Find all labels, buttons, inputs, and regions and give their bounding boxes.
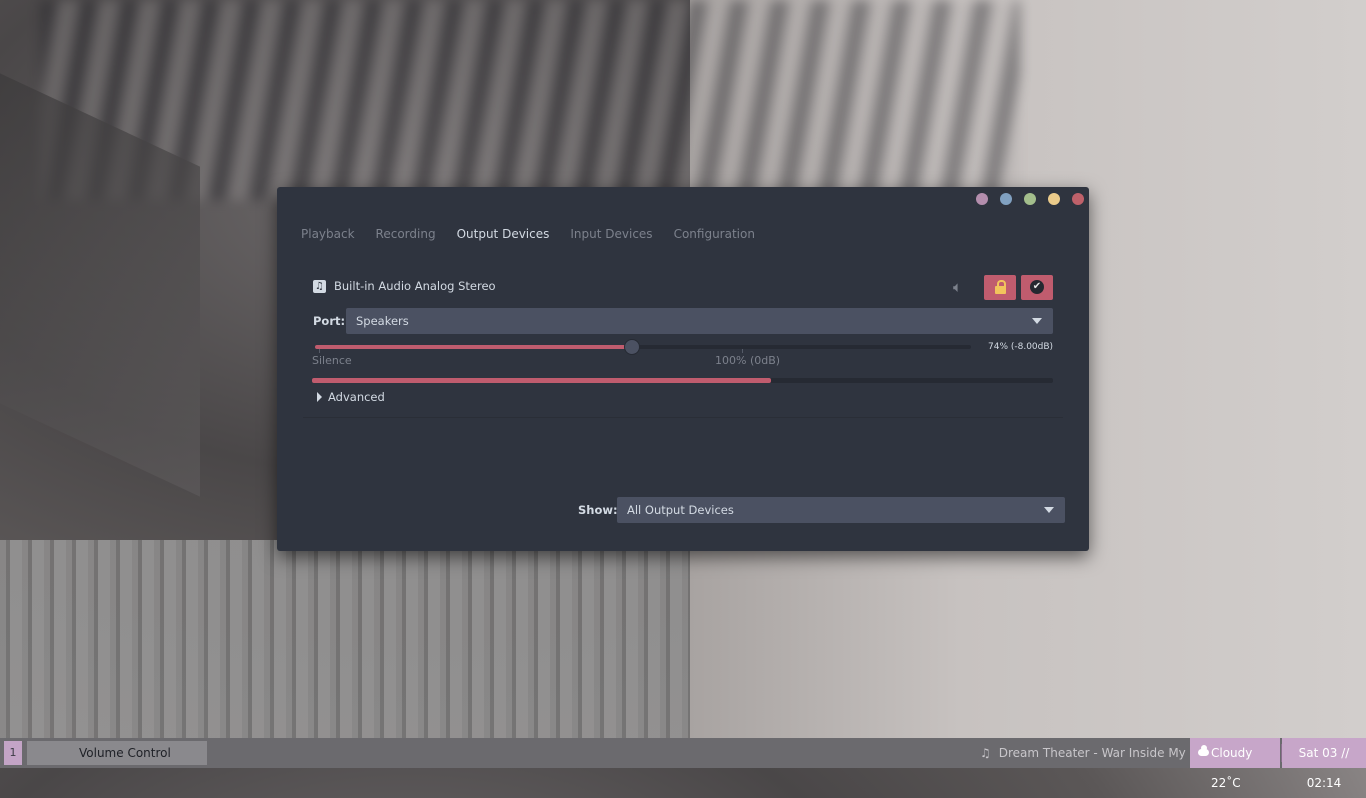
now-playing[interactable]: ♫ Dream Theater - War Inside My Head — [980, 738, 1221, 768]
peak-meter-fill — [312, 378, 771, 383]
volume-control-window: Playback Recording Output Devices Input Dev… — [277, 187, 1089, 551]
window-pin-button[interactable] — [976, 193, 988, 205]
advanced-expander[interactable]: Advanced — [317, 390, 385, 404]
weather-text: Cloudy 22˚C — [1211, 746, 1253, 790]
tab-input-devices[interactable]: Input Devices — [570, 227, 652, 241]
lock-icon-body — [995, 286, 1006, 294]
port-value: Speakers — [356, 314, 409, 328]
wallpaper-board — [0, 540, 690, 738]
now-playing-text: Dream Theater - War Inside My Head — [998, 746, 1221, 760]
volume-value: 74% (-8.00dB) — [988, 342, 1054, 352]
advanced-label: Advanced — [328, 390, 385, 404]
volume-slider-handle[interactable] — [624, 339, 640, 355]
silence-label: Silence — [312, 354, 352, 367]
task-volume-control[interactable]: Volume Control — [27, 741, 207, 765]
device-name: Built-in Audio Analog Stereo — [334, 279, 496, 293]
taskbar: 1 Volume Control ♫ Dream Theater - War In… — [0, 738, 1366, 790]
chevron-down-icon — [1044, 507, 1054, 513]
window-minimize-button[interactable] — [1024, 193, 1036, 205]
cloud-icon — [1198, 745, 1209, 756]
divider — [303, 417, 1063, 418]
check-icon: ✔ — [1030, 280, 1044, 294]
tab-playback[interactable]: Playback — [301, 227, 355, 241]
volume-slider[interactable] — [315, 339, 971, 355]
clock[interactable]: Sat 03 // 02:14 — [1282, 738, 1366, 790]
window-sticky-button[interactable] — [1000, 193, 1012, 205]
window-maximize-button[interactable] — [1048, 193, 1060, 205]
music-icon: ♫ — [980, 746, 991, 760]
unity-volume-label: 100% (0dB) — [715, 354, 781, 367]
show-select[interactable]: All Output Devices — [617, 497, 1065, 523]
workspace-button[interactable]: 1 — [4, 741, 22, 765]
set-fallback-button[interactable]: ✔ — [1021, 275, 1053, 300]
volume-slider-fill — [315, 345, 631, 349]
tab-bar: Playback Recording Output Devices Input Dev… — [301, 227, 776, 241]
show-value: All Output Devices — [627, 503, 734, 517]
window-close-button[interactable] — [1072, 193, 1084, 205]
tab-configuration[interactable]: Configuration — [674, 227, 755, 241]
mute-speaker-icon[interactable]: 🔈︎ — [953, 278, 962, 296]
show-label: Show: — [578, 503, 618, 517]
chevron-down-icon — [1032, 318, 1042, 324]
tab-recording[interactable]: Recording — [376, 227, 436, 241]
task-label: Volume Control — [79, 746, 171, 760]
slider-tick-100 — [742, 349, 743, 353]
expand-arrow-icon — [317, 392, 322, 402]
weather-widget[interactable]: Cloudy 22˚C — [1190, 738, 1280, 790]
port-label: Port: — [313, 314, 346, 328]
slider-tick-silence — [319, 349, 320, 353]
lock-channels-button[interactable] — [984, 275, 1016, 300]
tab-output-devices[interactable]: Output Devices — [457, 227, 550, 241]
peak-meter — [312, 378, 1053, 383]
port-select[interactable]: Speakers — [346, 308, 1053, 334]
music-note-icon: ♫ — [313, 280, 326, 293]
